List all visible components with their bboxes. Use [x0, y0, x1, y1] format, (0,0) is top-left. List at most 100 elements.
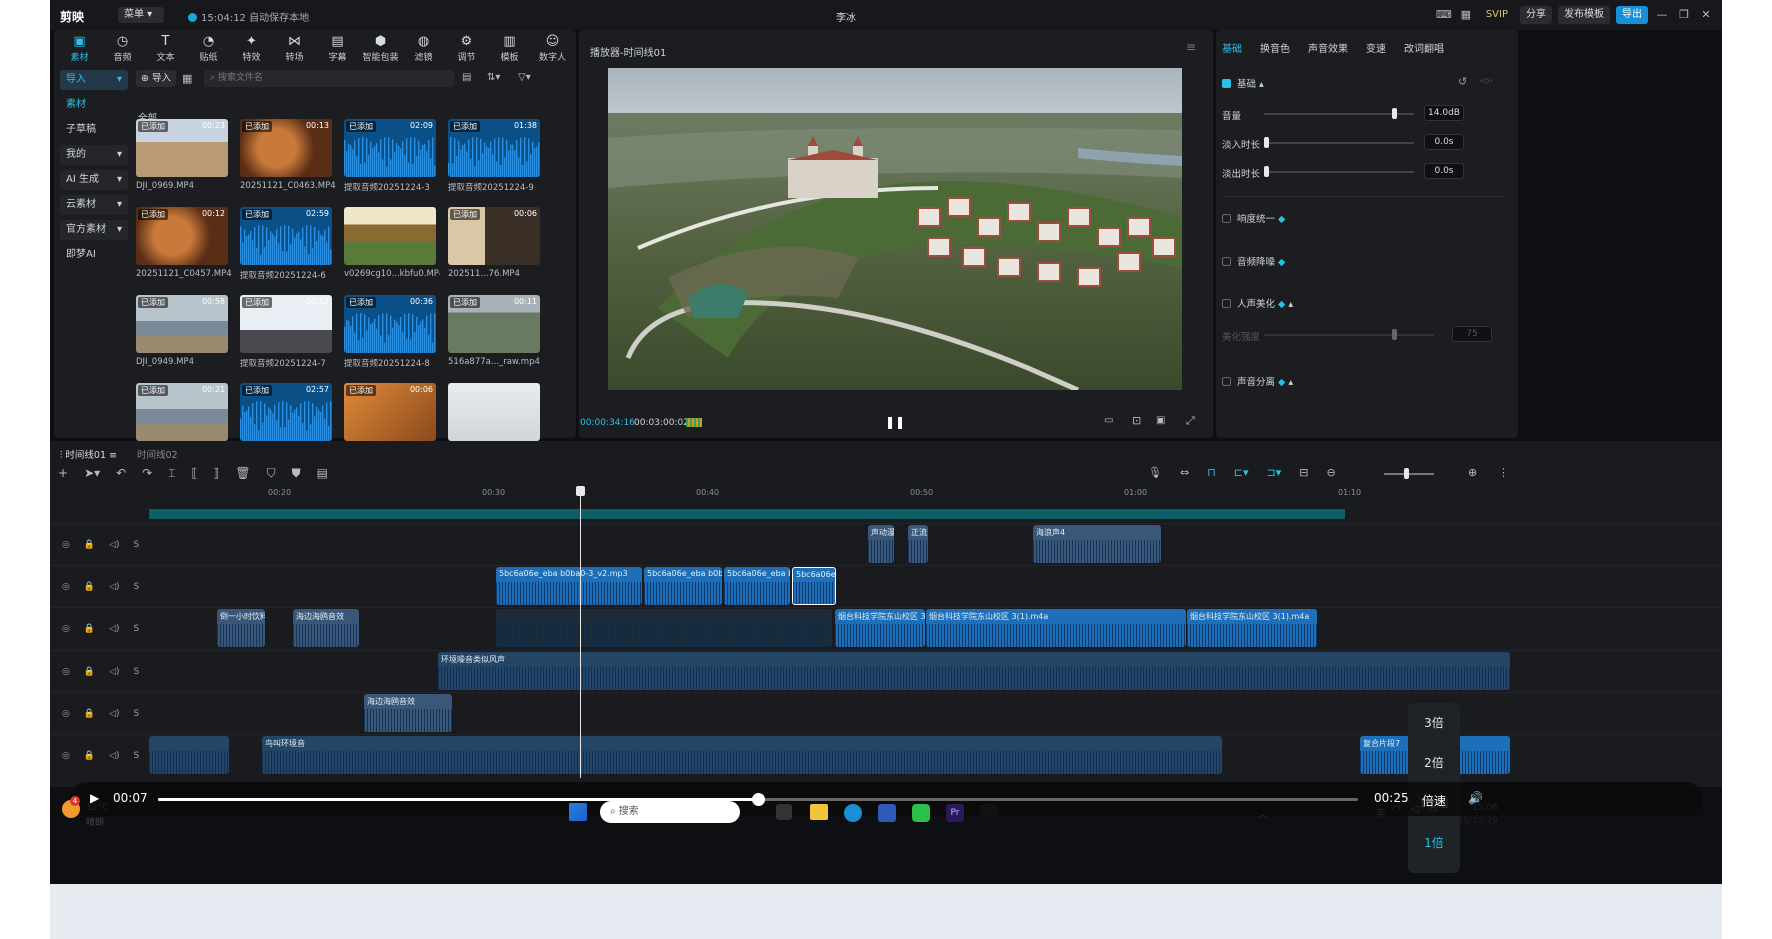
speaker-icon[interactable]: ◁	[1411, 804, 1419, 815]
share-button[interactable]: 分享	[1520, 6, 1552, 24]
audio-clip-left[interactable]	[149, 736, 229, 774]
loudness-toggle[interactable]: 响度统一 ◆	[1222, 211, 1285, 225]
redo-icon[interactable]: ↷	[142, 466, 152, 481]
media-thumbnail[interactable]: 已添加 02:59	[240, 207, 332, 265]
view-mode-icon[interactable]: ▤	[462, 72, 471, 83]
shield-icon[interactable]: ⛊	[292, 466, 301, 481]
media-thumbnail[interactable]: 已添加 00:58	[136, 295, 228, 353]
select-tool-icon[interactable]: ➤▾	[84, 466, 100, 481]
denoise-toggle[interactable]: 音频降噪 ◆	[1222, 254, 1285, 268]
audio-clip-m5[interactable]: 烟台科技学院东山校区 3(1).m4a	[1187, 609, 1317, 647]
menu-button[interactable]: 菜单 ▾	[118, 7, 164, 23]
sidebar-item-0[interactable]: 导入 ▾	[60, 70, 128, 90]
audio-clip-bird[interactable]: 鸟叫环境音	[262, 736, 1222, 774]
svip-badge[interactable]: SVIP	[1480, 6, 1514, 24]
link-icon[interactable]: ⇔	[1180, 466, 1189, 479]
main-video-strip[interactable]	[149, 509, 1345, 519]
lock-icon[interactable]: 🔒	[84, 582, 95, 592]
sidebar-item-6[interactable]: 官方素材 ▾	[60, 220, 128, 240]
fadein-input[interactable]: 0.0s	[1424, 134, 1464, 150]
capcut-icon[interactable]	[980, 804, 998, 822]
media-thumbnail[interactable]: 已添加 00:21	[136, 383, 228, 441]
media-thumbnail[interactable]: 已添加 00:12	[240, 295, 332, 353]
player-menu-icon[interactable]: ≡	[1186, 40, 1196, 54]
lock-icon[interactable]: 🔒	[84, 624, 95, 634]
fadeout-knob[interactable]	[1264, 166, 1269, 177]
basic-section-toggle[interactable]: 基础 ▴	[1222, 76, 1264, 90]
tool-tab-avatar[interactable]: ☺ 数字人	[531, 34, 574, 63]
record-icon[interactable]: ◎	[62, 709, 70, 719]
tool-tab-smart-pack[interactable]: ⬢ 智能包装	[359, 34, 402, 63]
battery-icon[interactable]: ▭	[1428, 804, 1437, 815]
speed-option[interactable]: 2倍	[1408, 743, 1460, 783]
lock-icon[interactable]: 🔒	[84, 667, 95, 677]
fadein-slider[interactable]	[1264, 137, 1414, 148]
audio-clip-mp3_2[interactable]: 5bc6a06e_eba b0ba0-3	[644, 567, 722, 605]
media-thumbnail[interactable]: 已添加 00:06	[448, 207, 540, 265]
inspector-tab-0[interactable]: 基础	[1222, 40, 1242, 55]
taskbar-search[interactable]: ⌕ 搜索	[600, 801, 740, 823]
video-preview[interactable]	[608, 68, 1182, 390]
mute-icon[interactable]: ◁)	[109, 540, 119, 550]
quality-icon[interactable]: ▭	[1104, 415, 1113, 426]
media-thumbnail[interactable]: 已添加 00:36	[344, 295, 436, 353]
record-icon[interactable]: ◎	[62, 751, 70, 761]
grid-view-icon[interactable]: ▦	[182, 72, 192, 85]
media-thumbnail[interactable]: 已添加 00:06	[344, 383, 436, 441]
media-thumbnail[interactable]: 已添加 01:38	[448, 119, 540, 177]
media-thumbnail[interactable]: 已添加 02:09	[344, 119, 436, 177]
fadein-knob[interactable]	[1264, 137, 1269, 148]
zoom-knob[interactable]	[1404, 468, 1409, 479]
filter-icon[interactable]: ▽▾	[518, 72, 531, 83]
layout-icon[interactable]: ▦	[1458, 7, 1474, 23]
media-thumbnail[interactable]: 已添加 00:13	[240, 119, 332, 177]
solo-icon[interactable]: S	[134, 667, 140, 677]
maximize-icon[interactable]: ❐	[1676, 7, 1692, 23]
tool-tab-sticker[interactable]: ◔ 贴纸	[187, 34, 230, 63]
mute-icon[interactable]: ◁)	[109, 667, 119, 677]
inspector-tab-2[interactable]: 声音效果	[1308, 40, 1348, 55]
audio-clip-sfx_c[interactable]: 海浪声4	[1033, 525, 1161, 563]
lock-icon[interactable]: 🔒	[84, 709, 95, 719]
solo-icon[interactable]: S	[134, 582, 140, 592]
audio-clip-mp3_1[interactable]: 5bc6a06e_eba b0ba0-3_v2.mp3	[496, 567, 642, 605]
sidebar-item-2[interactable]: 子草稿	[60, 120, 128, 140]
sidebar-item-4[interactable]: AI 生成 ▾	[60, 170, 128, 190]
caption-icon[interactable]: ▤	[317, 466, 328, 481]
solo-icon[interactable]: S	[134, 751, 140, 761]
tray-chevron-icon[interactable]: ︿	[1258, 806, 1268, 821]
fadeout-input[interactable]: 0.0s	[1424, 163, 1464, 179]
zoom-out-icon[interactable]: ⊖	[1327, 466, 1336, 479]
tool-tab-filter[interactable]: ◍ 滤镜	[402, 34, 445, 63]
sidebar-item-7[interactable]: 即梦AI	[60, 245, 128, 265]
start-icon[interactable]	[569, 803, 587, 821]
mute-icon[interactable]: ◁)	[109, 709, 119, 719]
media-thumbnail[interactable]	[448, 383, 540, 441]
publish-template-button[interactable]: 发布模板	[1558, 6, 1610, 24]
mute-icon[interactable]: ◁)	[109, 624, 119, 634]
play-pause-button[interactable]: ❚❚	[885, 415, 905, 429]
tool-tab-audio[interactable]: ◷ 音频	[101, 34, 144, 63]
wifi-icon[interactable]: ◠	[1392, 804, 1401, 815]
lock-icon[interactable]: 🔒	[84, 540, 95, 550]
playhead[interactable]	[580, 486, 581, 778]
ime-indicator[interactable]: 英	[1376, 805, 1386, 820]
wechat-icon[interactable]	[912, 804, 930, 822]
solo-icon[interactable]: S	[134, 540, 140, 550]
tool-tab-effects[interactable]: ✦ 特效	[230, 34, 273, 63]
fadeout-slider[interactable]	[1264, 166, 1414, 177]
audio-clip-mp3_4[interactable]: 5bc6a06e_	[792, 567, 836, 605]
search-input[interactable]: ⌕ 搜索文件名	[204, 70, 454, 87]
more-icon[interactable]: ⋮	[1498, 466, 1509, 479]
magnet-icon[interactable]: ⊓	[1207, 466, 1216, 479]
keyframe-icon[interactable]: ‹◇›	[1480, 76, 1493, 85]
delete-icon[interactable]: 🗑	[235, 466, 250, 481]
media-thumbnail[interactable]: 已添加 00:11	[448, 295, 540, 353]
beautify-toggle[interactable]: 人声美化 ◆ ▴	[1222, 296, 1293, 310]
volume-slider[interactable]	[1264, 108, 1414, 119]
playhead-handle[interactable]	[576, 486, 585, 496]
timeline-tab-2[interactable]: 时间线02	[137, 447, 178, 461]
timeline-tab-1[interactable]: ⫶ 时间线01 ≡	[60, 447, 117, 461]
record-icon[interactable]: ◎	[62, 624, 70, 634]
add-icon[interactable]: +	[58, 466, 68, 481]
